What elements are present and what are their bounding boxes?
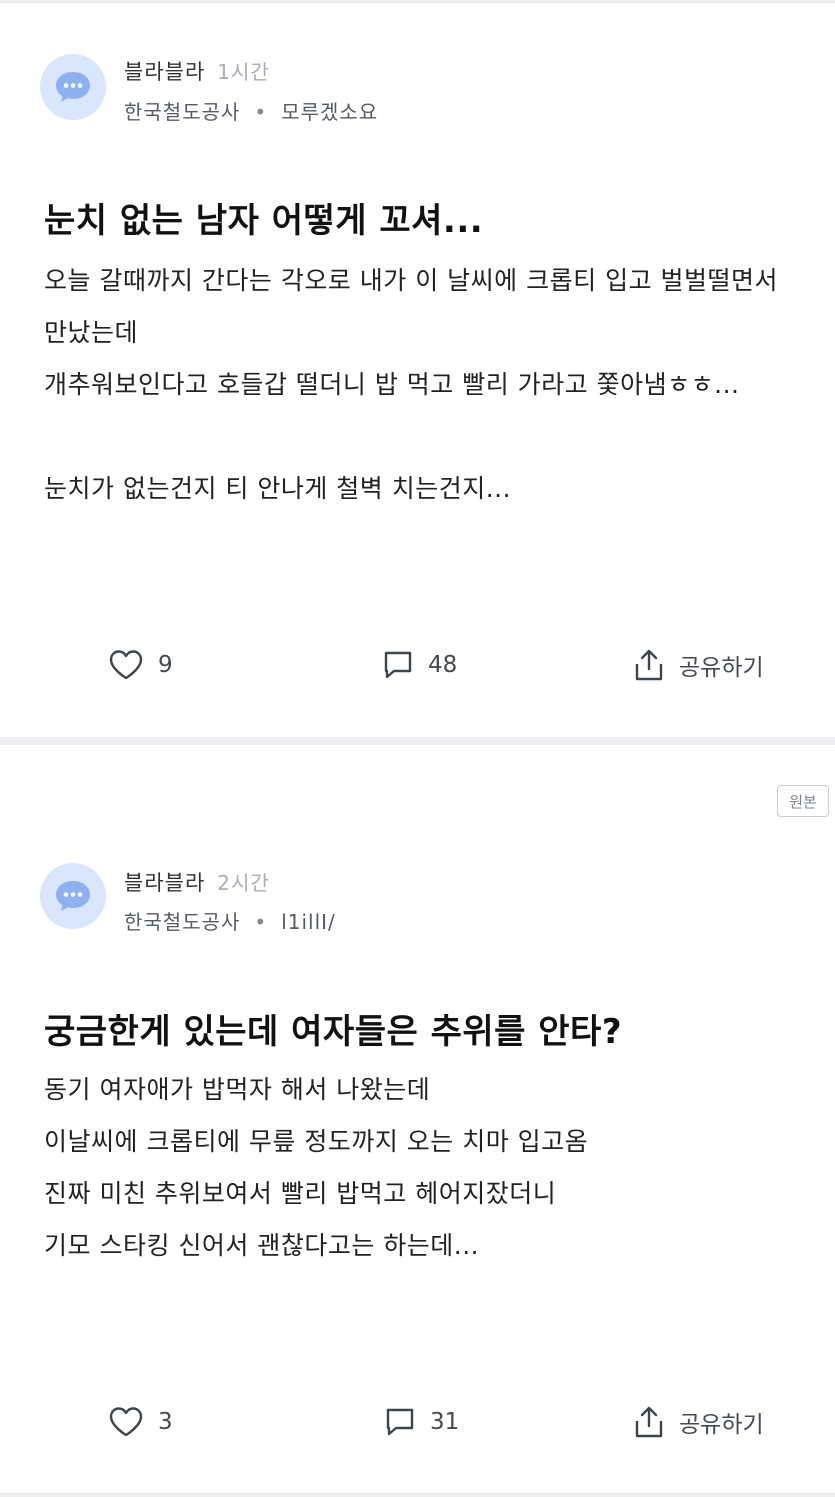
like-count: 9 xyxy=(158,652,173,678)
separator-dot: • xyxy=(254,910,268,934)
like-button[interactable]: 3 xyxy=(108,1406,173,1438)
company-name[interactable]: 한국철도공사 xyxy=(124,910,240,934)
author-line: 블라블라 1시간 xyxy=(124,56,270,86)
post-card[interactable]: 원본 블라블라 2시간 한국철도공사 • l1illI/ 궁금한게 있는데 여자들은 … xyxy=(0,745,835,1493)
share-label: 공유하기 xyxy=(679,1412,764,1438)
body-line: 동기 여자애가 밥먹자 해서 나왔는데 xyxy=(44,1075,431,1104)
body-line: 이날씨에 크롭티에 무릎 정도까지 오는 치마 입고옴 xyxy=(44,1127,589,1156)
heart-icon xyxy=(109,1407,143,1437)
company-name[interactable]: 한국철도공사 xyxy=(124,100,240,124)
author-name[interactable]: 블라블라 xyxy=(124,871,205,895)
author-meta: 한국철도공사 • 모루겠소요 xyxy=(124,96,378,125)
share-icon xyxy=(635,649,663,681)
post-body[interactable]: 오늘 갈때까지 간다는 각오로 내가 이 날씨에 크롭티 입고 벌벌떨면서 만났… xyxy=(44,255,804,515)
chat-bubble-icon xyxy=(56,72,90,102)
comment-button[interactable]: 31 xyxy=(384,1406,459,1438)
share-button[interactable]: 공유하기 xyxy=(633,1405,764,1439)
body-line: 오늘 갈때까지 간다는 각오로 내가 이 날씨에 크롭티 입고 벌벌떨면서 xyxy=(44,266,779,295)
post-body[interactable]: 동기 여자애가 밥먹자 해서 나왔는데 이날씨에 크롭티에 무릎 정도까지 오는… xyxy=(44,1064,804,1272)
post-divider xyxy=(0,737,835,745)
share-icon xyxy=(635,1406,663,1438)
nickname: l1illI/ xyxy=(281,910,336,934)
separator-dot: • xyxy=(254,100,268,124)
author-name[interactable]: 블라블라 xyxy=(124,60,205,84)
avatar[interactable] xyxy=(40,863,106,929)
author-line: 블라블라 2시간 xyxy=(124,867,270,897)
body-line: 눈치가 없는건지 티 안나게 철벽 치는건지... xyxy=(44,474,512,503)
share-button[interactable]: 공유하기 xyxy=(633,648,764,682)
body-line: 개추워보인다고 호들갑 떨더니 밥 먹고 빨리 가라고 쫓아냄ㅎㅎ... xyxy=(44,370,740,399)
comment-icon xyxy=(386,1408,414,1436)
comment-icon xyxy=(384,651,412,679)
comment-count: 31 xyxy=(430,1409,460,1435)
body-line: 기모 스타킹 신어서 괜찮다고는 하는데... xyxy=(44,1231,480,1260)
nickname: 모루겠소요 xyxy=(281,100,379,124)
like-count: 3 xyxy=(158,1409,173,1435)
post-title[interactable]: 눈치 없는 남자 어떻게 꼬셔... xyxy=(44,193,483,242)
bottom-divider xyxy=(0,1493,835,1497)
post-title[interactable]: 궁금한게 있는데 여자들은 추위를 안타? xyxy=(44,1004,622,1053)
body-line xyxy=(44,411,804,463)
post-time: 2시간 xyxy=(217,871,270,895)
original-badge[interactable]: 원본 xyxy=(777,785,829,817)
share-label: 공유하기 xyxy=(679,655,764,681)
chat-bubble-icon xyxy=(56,881,90,911)
avatar[interactable] xyxy=(40,54,106,120)
post-time: 1시간 xyxy=(217,60,270,84)
author-meta: 한국철도공사 • l1illI/ xyxy=(124,906,336,935)
comment-button[interactable]: 48 xyxy=(382,649,457,681)
heart-icon xyxy=(109,650,143,680)
body-line: 진짜 미친 추위보여서 빨리 밥먹고 헤어지잤더니 xyxy=(44,1179,557,1208)
post-card[interactable]: 블라블라 1시간 한국철도공사 • 모루겠소요 눈치 없는 남자 어떻게 꼬셔... … xyxy=(0,3,835,737)
like-button[interactable]: 9 xyxy=(108,649,173,681)
comment-count: 48 xyxy=(428,652,458,678)
body-line: 만났는데 xyxy=(44,318,139,347)
